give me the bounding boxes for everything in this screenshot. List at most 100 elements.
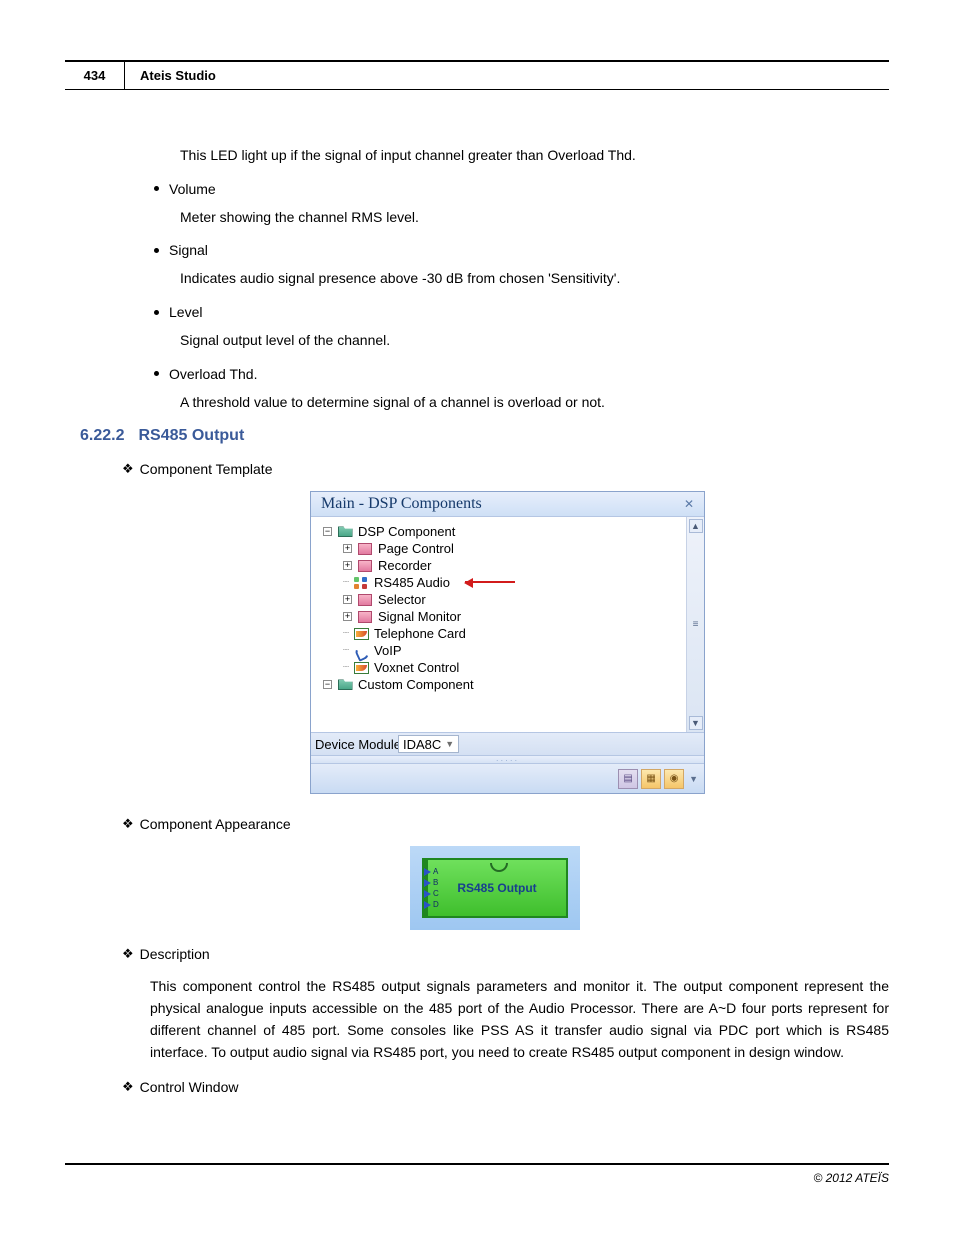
item-icon [357, 593, 373, 607]
tree-label: Recorder [378, 558, 431, 573]
bullet-desc: A threshold value to determine signal of… [180, 392, 889, 414]
sub-control-window: ❖ Control Window [122, 1079, 889, 1095]
resize-grip-icon[interactable]: ····· [311, 755, 704, 763]
panel-titlebar: Main - DSP Components ✕ [311, 492, 704, 517]
sub-label: Component Template [140, 461, 273, 477]
page-footer: © 2012 ATEÏS [65, 1163, 889, 1185]
sub-appearance: ❖ Component Appearance [122, 816, 889, 832]
bullet-volume: Volume [154, 181, 889, 197]
toolbar-button-1[interactable]: ▤ [618, 769, 638, 789]
gear-icon: ◉ [670, 773, 679, 784]
component-label: RS485 Output [457, 881, 536, 895]
sub-label: Component Appearance [140, 816, 291, 832]
item-icon [357, 559, 373, 573]
tree-label: VoIP [374, 643, 401, 658]
diamond-icon: ❖ [122, 946, 134, 962]
item-icon [357, 542, 373, 556]
sub-label: Description [140, 946, 210, 962]
section-number: 6.22.2 [80, 427, 124, 445]
collapse-icon[interactable]: − [323, 527, 332, 536]
tree-label: Signal Monitor [378, 609, 461, 624]
bullet-label: Level [169, 304, 202, 320]
rs485-output-block[interactable]: A B C D RS485 Output [422, 858, 568, 918]
tree-connector-icon: ┈ [343, 628, 348, 639]
port-c: C [424, 889, 439, 898]
voip-icon [353, 644, 369, 658]
panel-title-text: Main - DSP Components [321, 495, 482, 513]
component-appearance: A B C D RS485 Output [410, 846, 580, 930]
toolbar-button-3[interactable]: ◉ [664, 769, 684, 789]
tree-node-custom[interactable]: − Custom Component [323, 676, 700, 693]
item-icon [357, 610, 373, 624]
arrow-pointer-icon [465, 581, 515, 583]
device-module-select[interactable]: IDA8C ▼ [398, 735, 459, 753]
tree-node-dsp[interactable]: − DSP Component [323, 523, 700, 540]
tree-node-selector[interactable]: + Selector [343, 591, 700, 608]
expand-icon[interactable]: + [343, 595, 352, 604]
bullet-desc: Meter showing the channel RMS level. [180, 207, 889, 229]
tree-node-voxnet[interactable]: ┈ Voxnet Control [343, 659, 700, 676]
chevron-down-icon[interactable]: ▼ [689, 774, 698, 784]
tree-node-recorder[interactable]: + Recorder [343, 557, 700, 574]
tree-connector-icon: ┈ [343, 645, 348, 656]
folder-icon [337, 678, 353, 692]
scroll-mark-icon: ≡ [693, 619, 699, 630]
scrollbar[interactable]: ▲ ≡ ▼ [686, 517, 704, 732]
toolbar-button-2[interactable]: ▦ [641, 769, 661, 789]
panel-toolbar: ▤ ▦ ◉ ▼ [311, 763, 704, 793]
expand-icon[interactable]: + [343, 561, 352, 570]
port-labels: A B C D [424, 866, 439, 910]
bullet-icon [154, 186, 159, 191]
tree-label: Custom Component [358, 677, 474, 692]
list-icon: ▤ [623, 773, 632, 784]
tree-node-rs485-audio[interactable]: ┈ RS485 Audio [343, 574, 700, 591]
port-d: D [424, 900, 439, 909]
page-header: 434 Ateis Studio [65, 60, 889, 90]
bullet-icon [154, 371, 159, 376]
grid-icon: ▦ [646, 773, 655, 784]
tree-node-voip[interactable]: ┈ VoIP [343, 642, 700, 659]
device-module-label: Device Module [315, 737, 401, 752]
bullet-label: Volume [169, 181, 216, 197]
bullet-desc: Signal output level of the channel. [180, 330, 889, 352]
bullet-signal: Signal [154, 242, 889, 258]
doc-title: Ateis Studio [125, 62, 889, 89]
page-number: 434 [65, 62, 125, 89]
bullet-icon [154, 248, 159, 253]
scroll-up-icon[interactable]: ▲ [689, 519, 703, 533]
tree-label: RS485 Audio [374, 575, 450, 590]
bullet-label: Signal [169, 242, 208, 258]
bullet-level: Level [154, 304, 889, 320]
close-icon[interactable]: ✕ [684, 497, 694, 511]
sub-template: ❖ Component Template [122, 461, 889, 477]
port-b: B [424, 878, 439, 887]
diamond-icon: ❖ [122, 461, 134, 477]
rs485-icon [353, 576, 369, 590]
bullet-desc: Indicates audio signal presence above -3… [180, 268, 889, 290]
description-paragraph: This component control the RS485 output … [150, 976, 889, 1063]
tree-connector-icon: ┈ [343, 662, 348, 673]
device-module-value: IDA8C [403, 737, 441, 752]
tree-node-telephone[interactable]: ┈ Telephone Card [343, 625, 700, 642]
dsp-components-panel: Main - DSP Components ✕ − DSP Component … [310, 491, 705, 794]
tree-node-page-control[interactable]: + Page Control [343, 540, 700, 557]
scroll-down-icon[interactable]: ▼ [689, 716, 703, 730]
chevron-down-icon: ▼ [445, 739, 454, 749]
collapse-icon[interactable]: − [323, 680, 332, 689]
port-a: A [424, 867, 439, 876]
tree-connector-icon: ┈ [343, 577, 348, 588]
bullet-overload: Overload Thd. [154, 366, 889, 382]
sub-description: ❖ Description [122, 946, 889, 962]
tree-label: Selector [378, 592, 426, 607]
device-module-row: Device Module IDA8C ▼ [311, 732, 704, 755]
tree-node-signal-monitor[interactable]: + Signal Monitor [343, 608, 700, 625]
bullet-icon [154, 310, 159, 315]
diamond-icon: ❖ [122, 816, 134, 832]
tree-label: Voxnet Control [374, 660, 459, 675]
tree-label: Telephone Card [374, 626, 466, 641]
expand-icon[interactable]: + [343, 544, 352, 553]
tree-label: DSP Component [358, 524, 455, 539]
bullet-label: Overload Thd. [169, 366, 257, 382]
expand-icon[interactable]: + [343, 612, 352, 621]
section-title: RS485 Output [138, 427, 244, 445]
